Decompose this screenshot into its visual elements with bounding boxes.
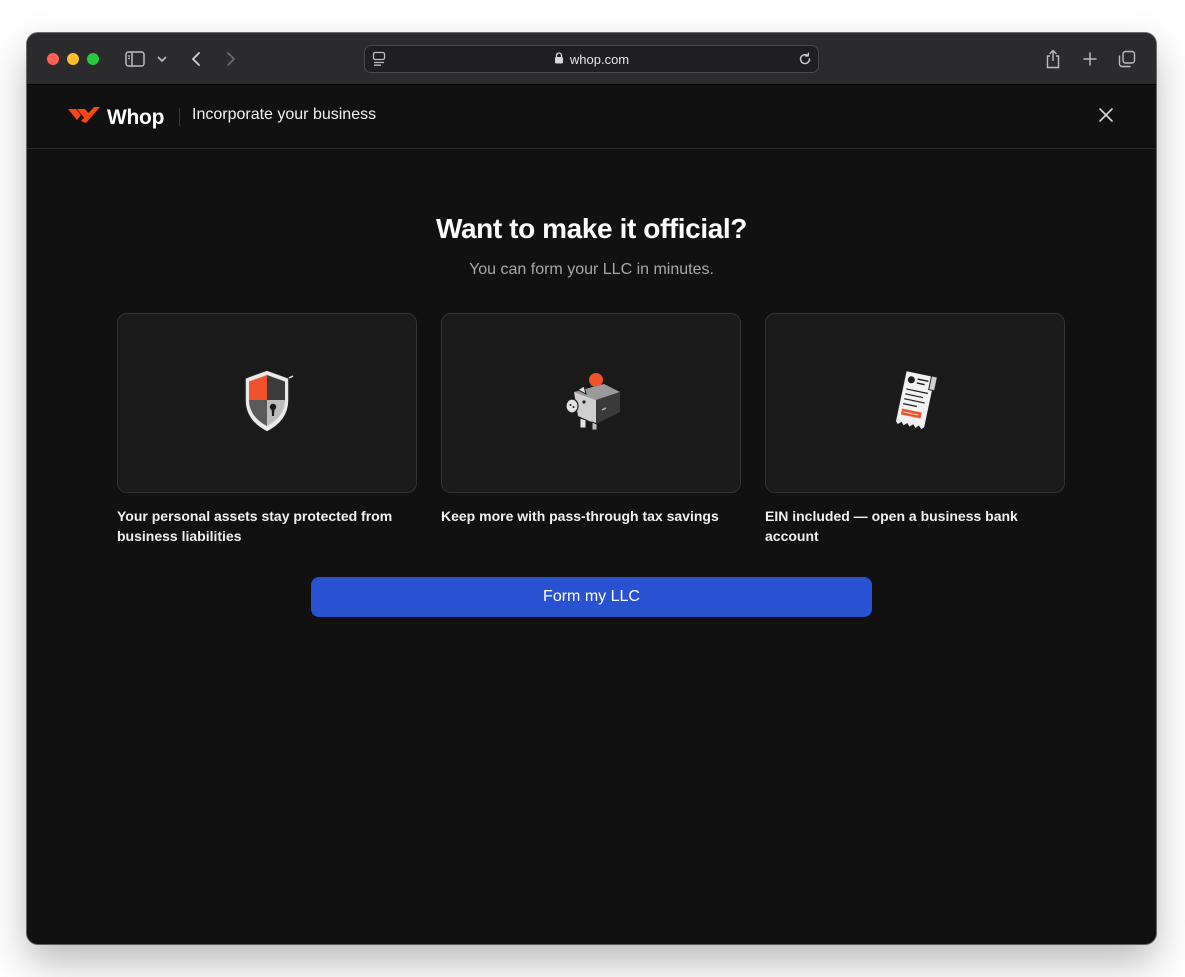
back-arrow-icon[interactable] [187, 47, 205, 71]
address-bar[interactable]: whop.com [364, 45, 819, 73]
minimize-window-button[interactable] [67, 53, 79, 65]
feature-card-ein [765, 313, 1065, 493]
browser-window: whop.com Whop Incorporate your business … [27, 33, 1156, 944]
brand-name: Whop [107, 105, 165, 129]
feature-caption-asset-protection: Your personal assets stay protected from… [117, 508, 393, 544]
feature-card-tax-savings [441, 313, 741, 493]
lock-icon [554, 51, 564, 67]
close-window-button[interactable] [47, 53, 59, 65]
page-title: Incorporate your business [192, 106, 377, 123]
hero-title: Want to make it official? [436, 213, 747, 244]
forward-arrow-icon[interactable] [222, 47, 240, 71]
zoom-window-button[interactable] [87, 53, 99, 65]
reload-icon[interactable] [798, 52, 812, 71]
whop-logo[interactable]: Whop [67, 105, 164, 130]
whop-logo-icon [67, 105, 101, 130]
url-text: whop.com [569, 51, 630, 67]
shield-lock-icon [239, 366, 295, 441]
receipt-icon [888, 367, 942, 440]
new-tab-icon[interactable] [1081, 47, 1099, 71]
sidebar-toggle-icon[interactable] [123, 47, 147, 71]
page-header: Whop Incorporate your business [27, 85, 1156, 149]
chevron-down-icon[interactable] [155, 47, 169, 71]
share-icon[interactable] [1043, 47, 1063, 71]
page-content: Whop Incorporate your business Want to m… [27, 85, 1156, 944]
header-divider [179, 108, 180, 126]
piggy-bank-icon [556, 368, 626, 439]
close-button[interactable] [1096, 107, 1116, 127]
feature-caption-ein: EIN included — open a business bank acco… [765, 508, 1018, 544]
tab-overview-icon[interactable] [1117, 47, 1137, 71]
browser-toolbar: whop.com [27, 33, 1156, 85]
feature-caption-tax-savings: Keep more with pass-through tax savings [441, 508, 719, 524]
form-llc-button[interactable]: Form my LLC [311, 577, 872, 617]
hero-subtitle: You can form your LLC in minutes. [469, 261, 714, 278]
feature-card-asset-protection [117, 313, 417, 493]
close-icon [1099, 107, 1113, 127]
